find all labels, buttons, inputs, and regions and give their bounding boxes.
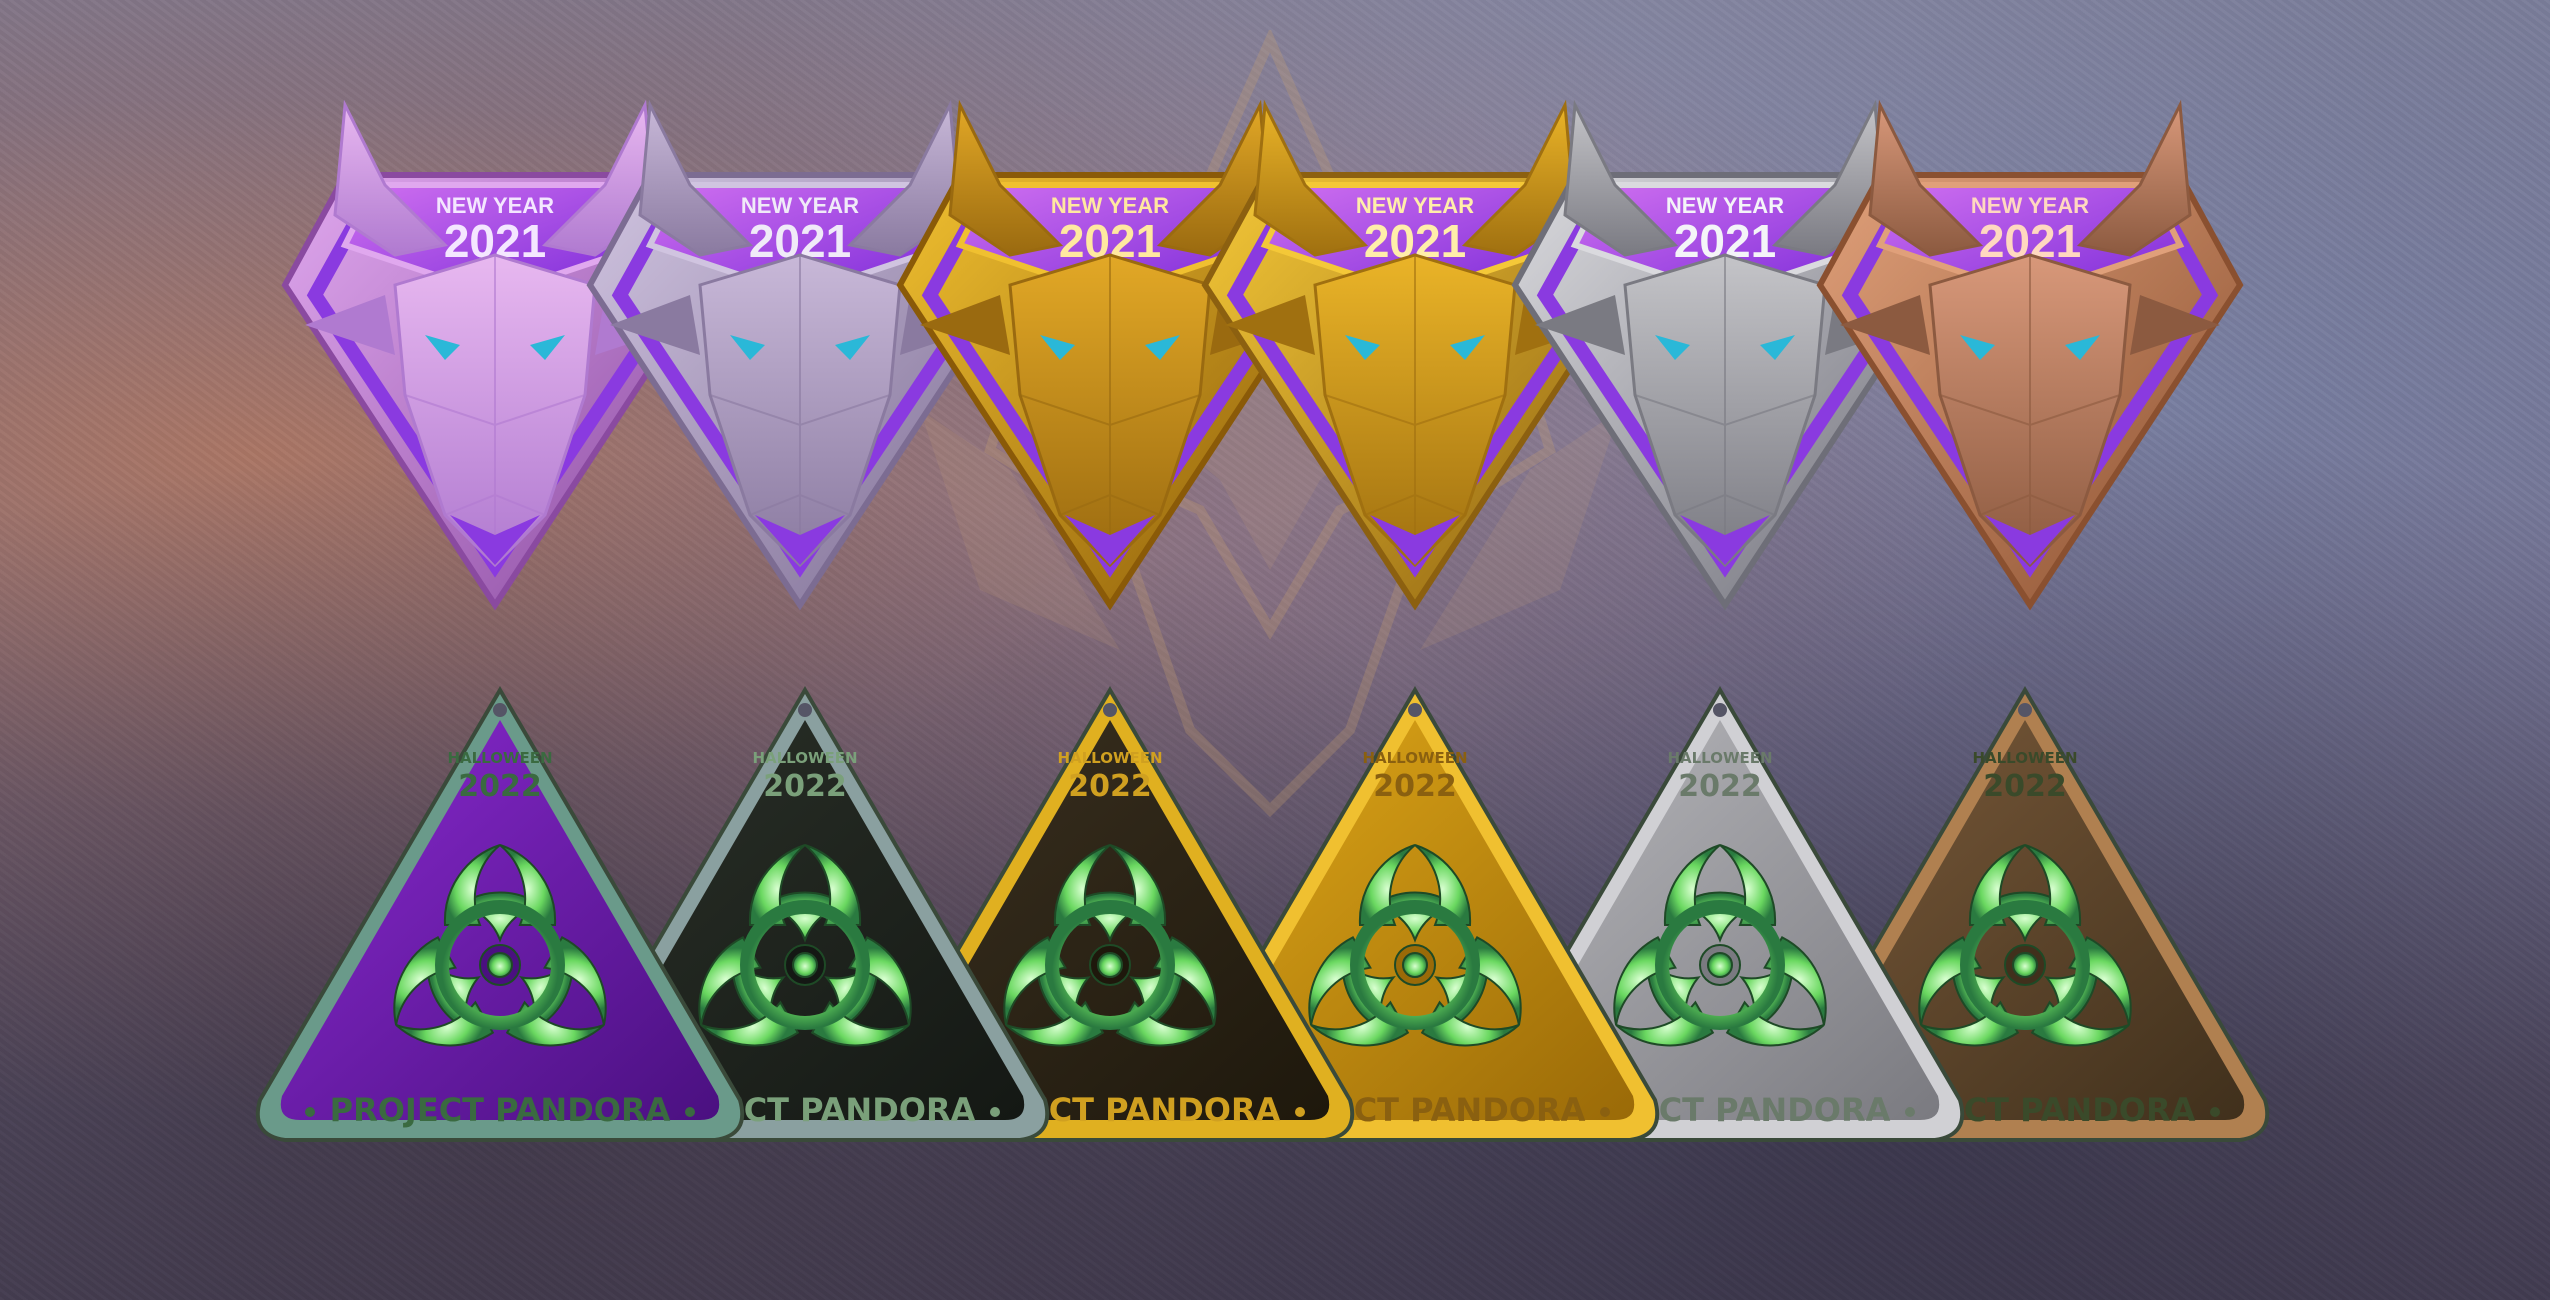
badge-label-halloween: HALLOWEEN	[447, 749, 552, 767]
badge-label-year: 2022	[1373, 769, 1457, 804]
badge-label-year: 2022	[1678, 769, 1762, 804]
badge-label-year: 2022	[458, 769, 542, 804]
badge-label-project-pandora: PROJECT PANDORA	[330, 1091, 671, 1129]
badge-label-year: 2022	[763, 769, 847, 804]
badge-label-year: 2022	[1983, 769, 2067, 804]
halloween-pandora-badge-purple[interactable]: HALLOWEEN 2022 PROJECT PANDORA	[230, 680, 770, 1160]
new-year-ox-badge-bronze[interactable]: NEW YEAR 2021	[1780, 95, 2280, 655]
badge-label-year: 2022	[1068, 769, 1152, 804]
